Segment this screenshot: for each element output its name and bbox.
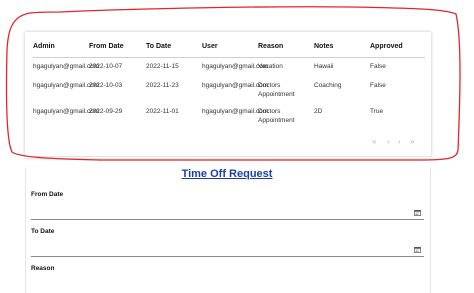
column-header-to-date[interactable]: To Date — [146, 43, 171, 50]
card-bottom-divider — [25, 156, 431, 157]
cell-reason: Doctors Appointment — [258, 82, 295, 98]
cell-from-date: 2022-10-07 — [89, 63, 123, 70]
prev-page-button[interactable]: ‹ — [387, 137, 390, 146]
cell-notes: Coaching — [314, 82, 342, 89]
cell-notes: 2D — [314, 108, 323, 115]
cell-from-date: 2022-09-29 — [89, 108, 123, 115]
cell-reason: Vacation — [258, 63, 283, 70]
last-page-button[interactable]: » — [410, 137, 414, 146]
time-off-table-card: Admin From Date To Date User Reason Note… — [25, 32, 431, 158]
form-left-border — [25, 168, 26, 293]
next-page-button[interactable]: › — [398, 137, 401, 146]
calendar-icon[interactable] — [414, 246, 421, 253]
form-title[interactable]: Time Off Request — [0, 168, 454, 180]
form-right-border — [430, 168, 431, 293]
cell-notes: Hawaii — [314, 63, 334, 70]
cell-to-date: 2022-11-23 — [146, 82, 179, 89]
cell-to-date: 2022-11-15 — [146, 63, 179, 70]
from-date-label: From Date — [31, 191, 64, 198]
column-header-notes[interactable]: Notes — [314, 43, 333, 50]
column-header-approved[interactable]: Approved — [370, 43, 403, 50]
from-date-field[interactable] — [31, 207, 424, 220]
cell-reason: Doctors Appointment — [258, 108, 295, 124]
cell-approved: True — [370, 108, 384, 115]
table-header: Admin From Date To Date User Reason Note… — [25, 32, 431, 58]
cell-approved: False — [370, 82, 386, 89]
calendar-icon[interactable] — [414, 209, 421, 216]
cell-from-date: 2022-10-03 — [89, 82, 123, 89]
cell-approved: False — [370, 63, 386, 70]
column-header-from-date[interactable]: From Date — [89, 43, 124, 50]
cell-to-date: 2022-11-01 — [146, 108, 179, 115]
header-divider — [33, 57, 425, 58]
to-date-field[interactable] — [31, 244, 424, 257]
column-header-reason[interactable]: Reason — [258, 43, 283, 50]
first-page-button[interactable]: « — [372, 137, 376, 146]
reason-label: Reason — [31, 265, 55, 272]
to-date-label: To Date — [31, 228, 55, 235]
column-header-user[interactable]: User — [202, 43, 218, 50]
column-header-admin[interactable]: Admin — [33, 43, 55, 50]
